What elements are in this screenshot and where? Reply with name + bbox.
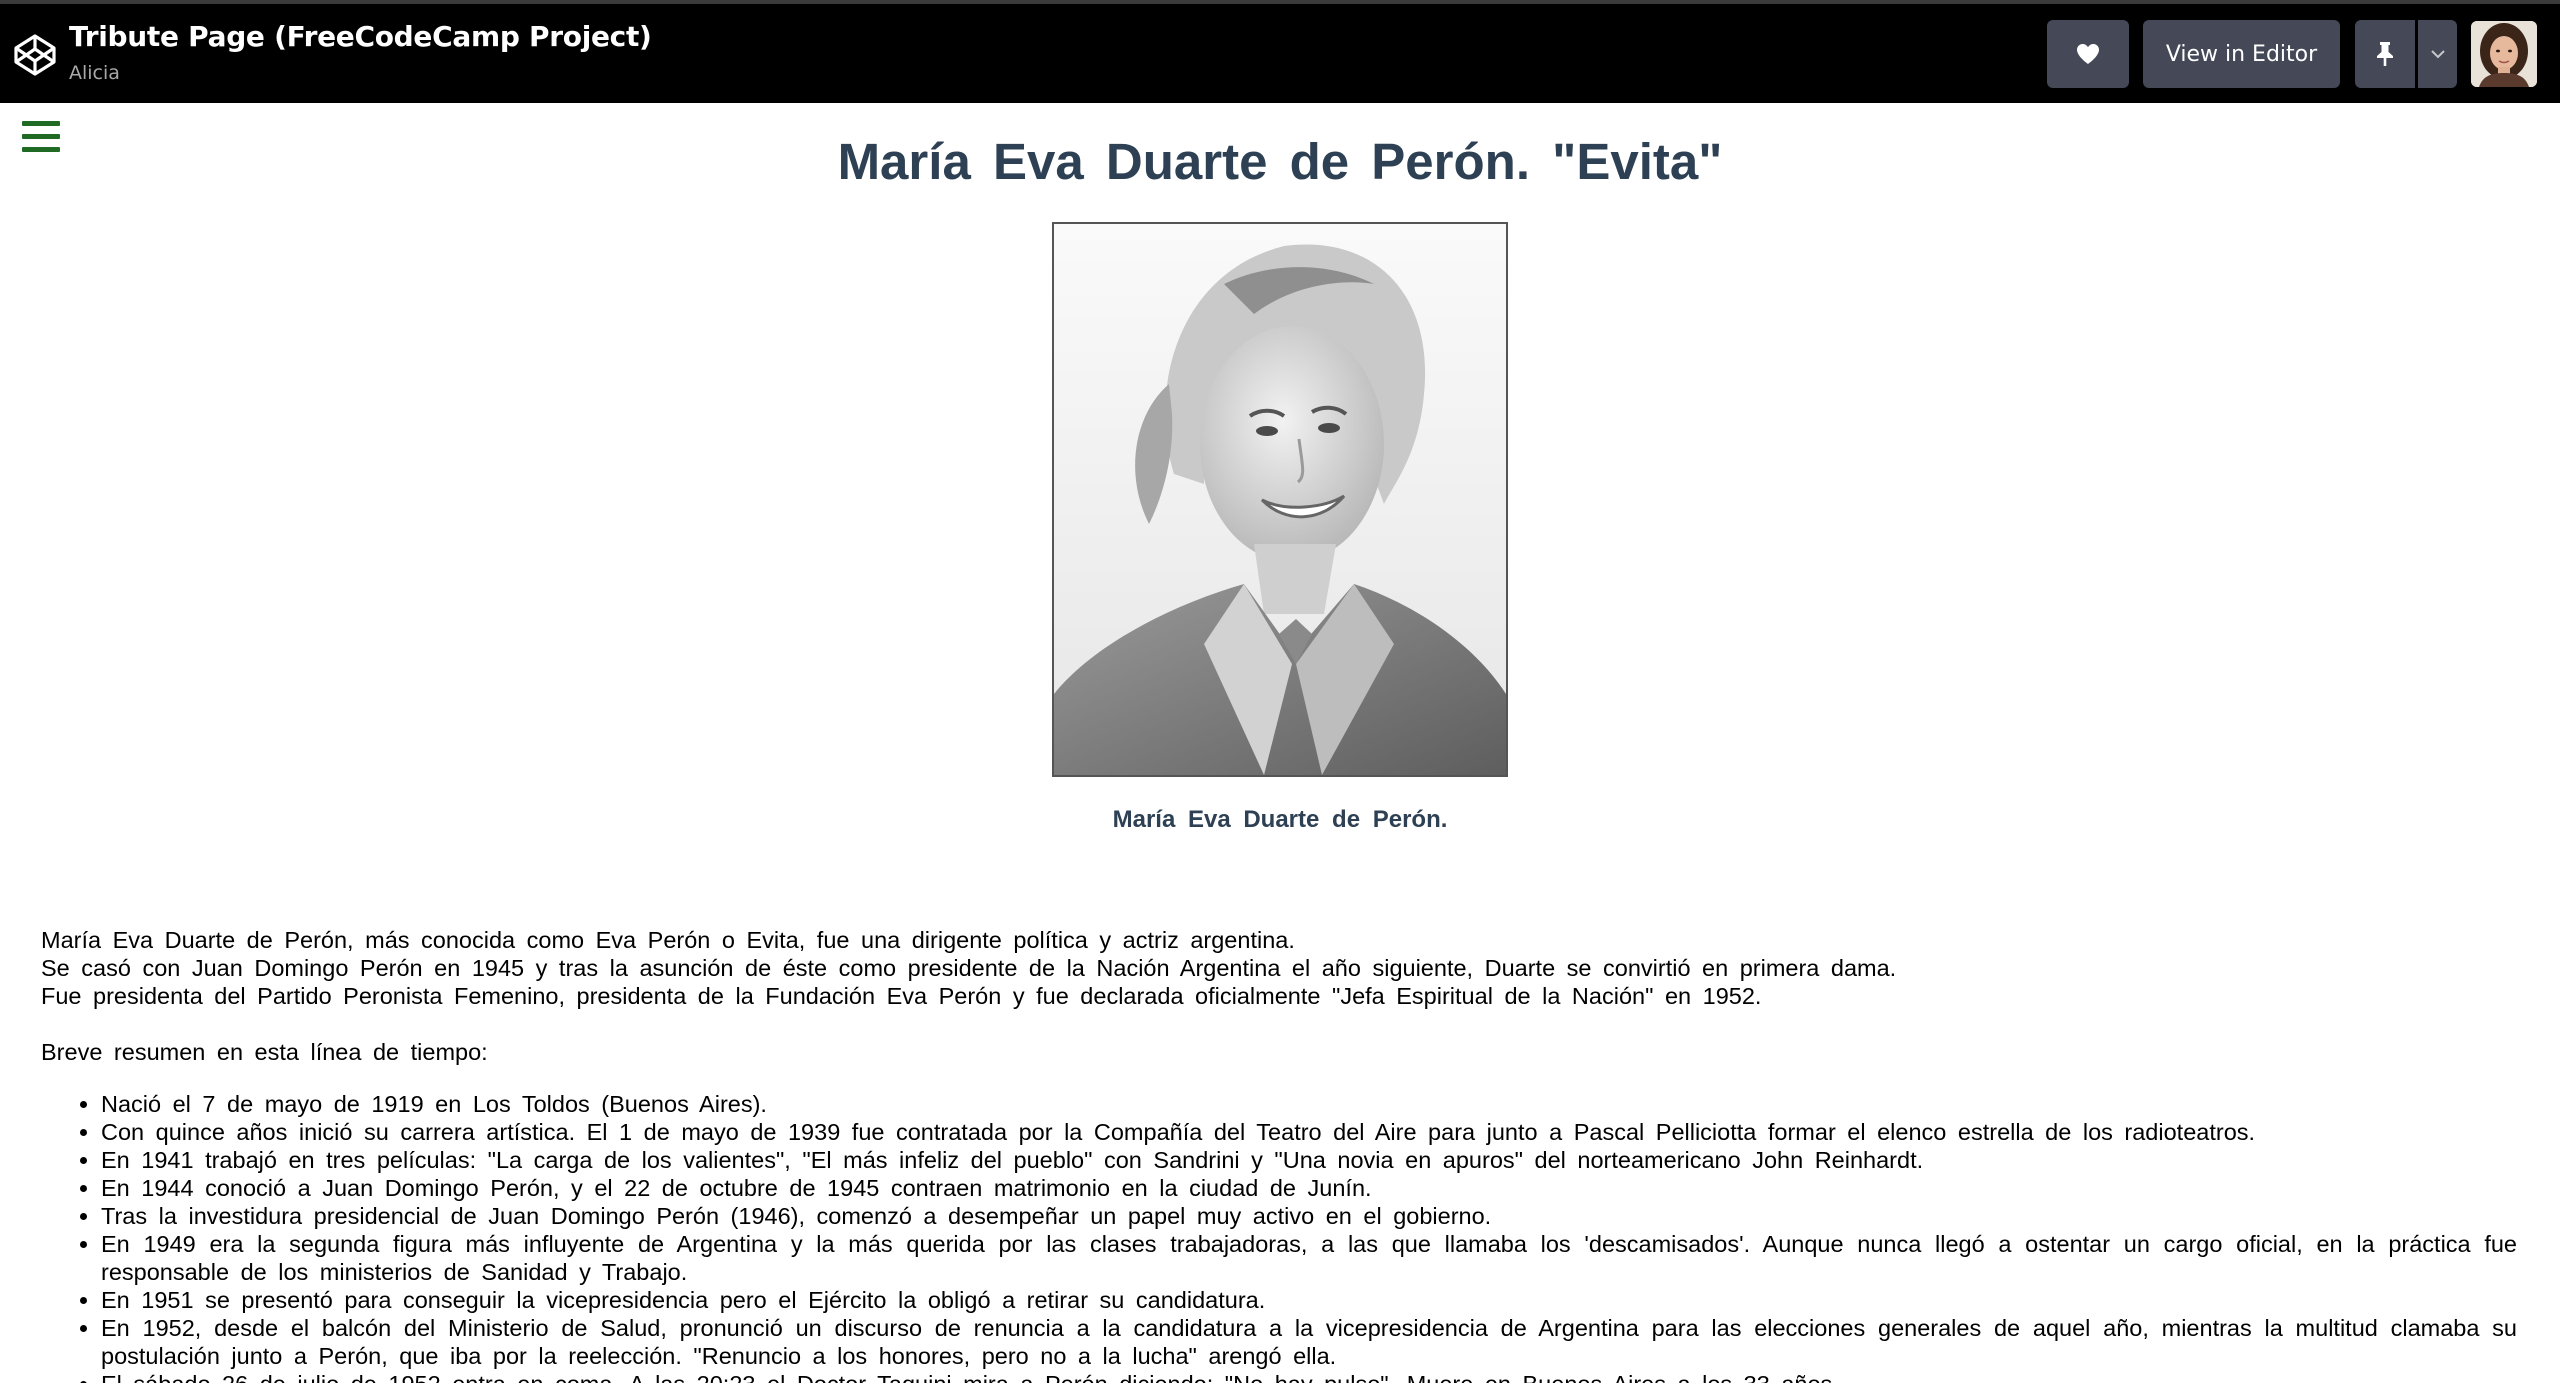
evita-portrait-photo	[1054, 224, 1506, 775]
timeline-item: En 1944 conoció a Juan Domingo Perón, y …	[101, 1174, 2517, 1202]
chevron-down-icon	[2430, 50, 2445, 59]
timeline-item: Con quince años inició su carrera artíst…	[101, 1118, 2517, 1146]
avatar-photo	[2471, 21, 2537, 87]
portrait-image	[1052, 222, 1508, 777]
timeline-list: Nació el 7 de mayo de 1919 en Los Toldos…	[61, 1090, 2517, 1383]
codepen-logo-icon[interactable]	[12, 32, 58, 78]
image-caption: María Eva Duarte de Perón.	[1112, 806, 1448, 833]
page-title: María Eva Duarte de Perón. "Evita"	[837, 133, 1723, 190]
intro-paragraph: María Eva Duarte de Perón, más conocida …	[41, 926, 2521, 1010]
timeline-item: En 1951 se presentó para conseguir la vi…	[101, 1286, 2517, 1314]
intro-line: Se casó con Juan Domingo Perón en 1945 y…	[41, 955, 1897, 981]
codepen-header: Tribute Page (FreeCodeCamp Project) Alic…	[0, 0, 2560, 103]
love-button[interactable]	[2047, 20, 2129, 88]
intro-line: María Eva Duarte de Perón, más conocida …	[41, 927, 1295, 953]
pin-icon	[2377, 42, 2393, 66]
intro-line: Fue presidenta del Partido Peronista Fem…	[41, 983, 1762, 1009]
pen-title: Tribute Page (FreeCodeCamp Project)	[69, 20, 652, 53]
pin-button[interactable]	[2355, 20, 2415, 88]
pen-author-link[interactable]: Alicia	[69, 62, 120, 84]
user-avatar[interactable]	[2471, 21, 2537, 87]
timeline-item: En 1952, desde el balcón del Ministerio …	[101, 1314, 2517, 1370]
timeline-heading: Breve resumen en esta línea de tiempo:	[41, 1039, 488, 1065]
pin-options-button[interactable]	[2418, 20, 2457, 88]
menu-bar	[22, 121, 60, 126]
timeline-item: Nació el 7 de mayo de 1919 en Los Toldos…	[101, 1090, 2517, 1118]
heart-icon	[2077, 44, 2099, 64]
timeline-item: El sábado 26 de julio de 1952 entra en c…	[101, 1370, 2517, 1383]
view-in-editor-button[interactable]: View in Editor	[2143, 20, 2340, 88]
timeline-item: En 1941 trabajó en tres películas: "La c…	[101, 1146, 2517, 1174]
timeline-item: En 1949 era la segunda figura más influy…	[101, 1230, 2517, 1286]
timeline-item: Tras la investidura presidencial de Juan…	[101, 1202, 2517, 1230]
